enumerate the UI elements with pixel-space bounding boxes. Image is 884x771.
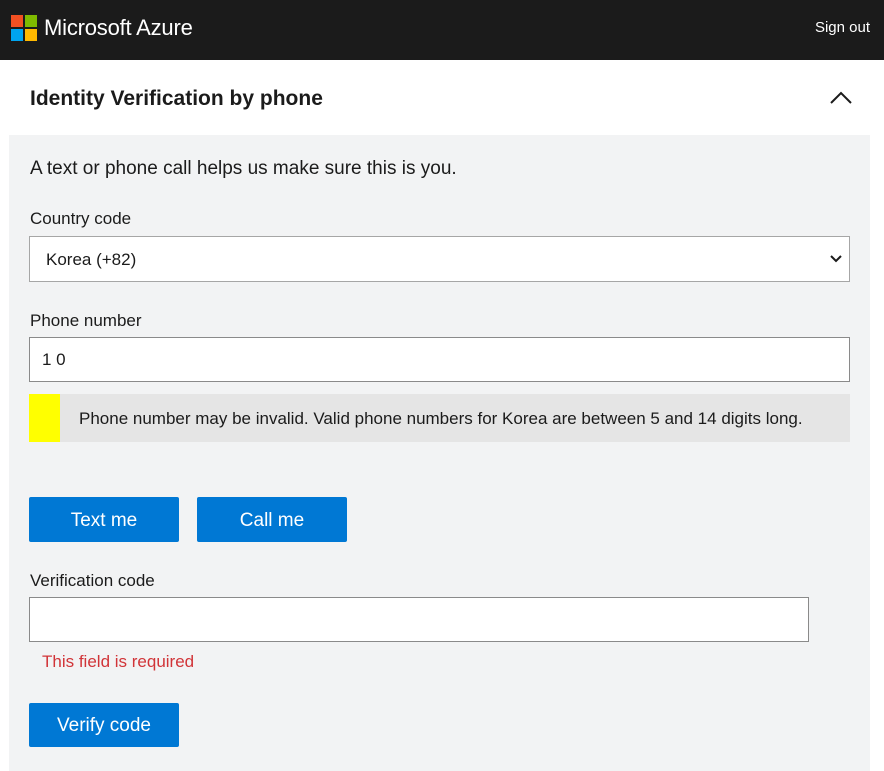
phone-warning-banner: Phone number may be invalid. Valid phone… [29,394,850,442]
phone-number-label: Phone number [30,311,142,330]
microsoft-logo-icon [11,15,37,41]
top-bar: Microsoft Azure Sign out [0,0,884,60]
chevron-down-icon [830,255,842,263]
brand-name: Microsoft Azure [44,15,193,40]
sign-out-link[interactable]: Sign out [815,18,870,38]
verification-code-input[interactable] [29,597,809,642]
call-me-button[interactable]: Call me [197,497,347,542]
verification-code-label: Verification code [30,571,155,590]
chevron-up-icon [830,91,852,104]
page-title: Identity Verification by phone [30,87,323,110]
verify-code-button[interactable]: Verify code [29,703,179,747]
verification-panel [9,135,870,771]
text-me-button[interactable]: Text me [29,497,179,542]
phone-number-input[interactable] [29,337,850,382]
warning-indicator [29,394,60,442]
country-code-label: Country code [30,209,132,228]
country-code-value: Korea (+82) [46,250,137,269]
intro-text: A text or phone call helps us make sure … [30,158,457,179]
collapse-button[interactable] [826,84,856,112]
country-code-select[interactable]: Korea (+82) [29,236,850,282]
verification-code-error: This field is required [42,652,195,671]
warning-message: Phone number may be invalid. Valid phone… [79,409,803,428]
